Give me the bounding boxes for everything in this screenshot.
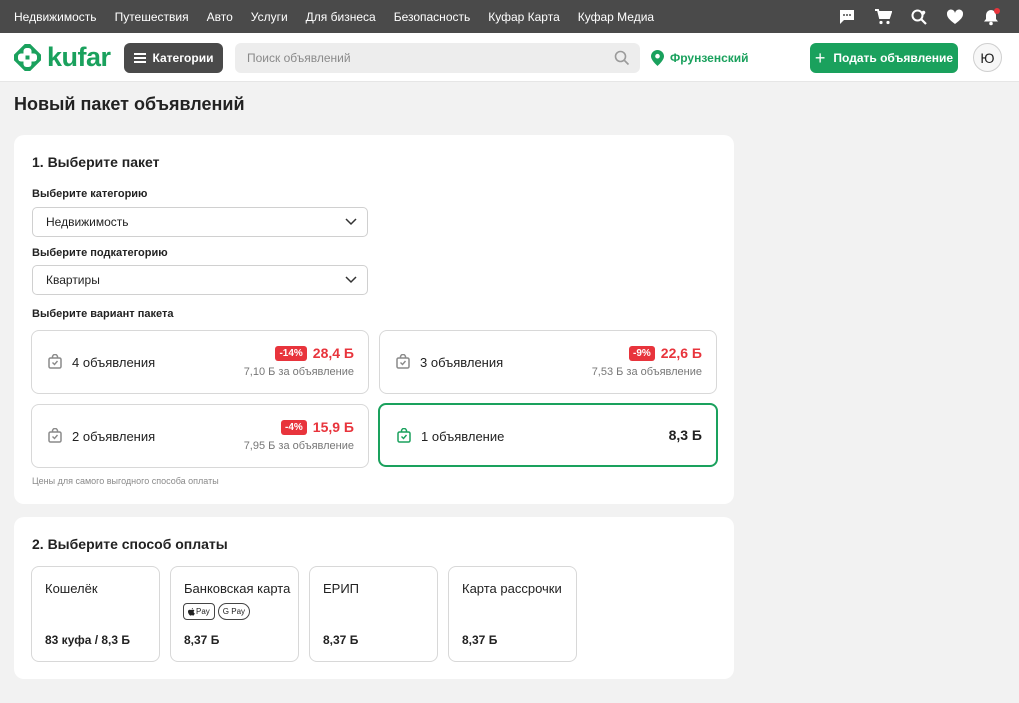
search-input[interactable] <box>235 43 595 73</box>
categories-button[interactable]: Категории <box>124 43 223 73</box>
payment-price: 8,37 Б <box>184 633 220 647</box>
categories-label: Категории <box>152 51 214 65</box>
package-option-1[interactable]: 1 объявление 8,3 Б <box>378 403 718 467</box>
discount-badge: -9% <box>629 345 655 361</box>
step2-title: 2. Выберите способ оплаты <box>32 536 228 552</box>
header: kufar Категории Фрунзенский + Подать объ… <box>0 33 1019 82</box>
package-price-box: -4% 15,9 Б 7,95 Б за объявление <box>244 419 354 452</box>
payment-wallet[interactable]: Кошелёк 83 куфа / 8,3 Б <box>31 566 160 662</box>
topnav-link-media[interactable]: Куфар Медиа <box>578 10 654 24</box>
chat-icon[interactable] <box>837 7 857 27</box>
bell-icon[interactable] <box>981 7 1001 27</box>
burger-icon <box>133 53 146 63</box>
bag-icon <box>48 354 62 369</box>
package-card: 1. Выберите пакет Выберите категорию Нед… <box>14 135 734 504</box>
package-price: 8,3 Б <box>668 427 702 443</box>
topnav-link-realty[interactable]: Недвижимость <box>14 10 97 24</box>
post-ad-button[interactable]: + Подать объявление <box>810 43 958 73</box>
price-per-ad: 7,95 Б за объявление <box>243 440 354 452</box>
topnav-link-services[interactable]: Услуги <box>251 10 288 24</box>
package-name: 1 объявление <box>421 429 505 444</box>
location-pin-icon <box>651 50 664 66</box>
bag-icon <box>48 428 62 443</box>
category-label: Выберите категорию <box>32 188 148 200</box>
subcategory-select[interactable]: Квартиры <box>32 265 368 295</box>
apple-pay-label: Pay <box>196 607 210 616</box>
package-option-4[interactable]: 4 объявления -14% 28,4 Б 7,10 Б за объяв… <box>31 330 369 394</box>
package-name: 2 объявления <box>72 429 156 444</box>
price-note: Цены для самого выгодного способа оплаты <box>32 476 219 486</box>
payment-badges: Pay G Pay <box>183 603 251 620</box>
step1-title: 1. Выберите пакет <box>32 154 160 170</box>
topnav-link-business[interactable]: Для бизнеса <box>306 10 376 24</box>
payment-price: 8,37 Б <box>462 633 498 647</box>
package-price-box: -9% 22,6 Б 7,53 Б за объявление <box>592 345 702 378</box>
subcategory-value: Квартиры <box>46 273 100 287</box>
payment-name: Карта рассрочки <box>462 581 562 596</box>
location-selector[interactable]: Фрунзенский <box>651 50 749 66</box>
notification-dot <box>994 7 1000 14</box>
payment-installment-card[interactable]: Карта рассрочки 8,37 Б <box>448 566 577 662</box>
chevron-down-icon <box>345 218 357 226</box>
topnav-link-safety[interactable]: Безопасность <box>394 10 471 24</box>
kufar-logo-icon <box>14 43 41 71</box>
package-price-box: -14% 28,4 Б 7,10 Б за объявление <box>244 345 354 378</box>
bag-icon <box>396 354 410 369</box>
topnav-link-travel[interactable]: Путешествия <box>115 10 189 24</box>
payment-erip[interactable]: ЕРИП 8,37 Б <box>309 566 438 662</box>
logo[interactable]: kufar <box>14 43 111 71</box>
payment-price: 8,37 Б <box>323 633 359 647</box>
package-price: 22,6 Б <box>660 345 702 361</box>
avatar[interactable]: Ю <box>973 43 1002 72</box>
payment-price: 83 куфа / 8,3 Б <box>45 633 131 647</box>
bag-icon <box>397 428 411 443</box>
topnav-link-auto[interactable]: Авто <box>207 10 233 24</box>
plus-icon: + <box>814 48 826 68</box>
price-per-ad: 7,10 Б за объявление <box>243 366 354 378</box>
discount-badge: -4% <box>281 419 307 435</box>
payment-name: Кошелёк <box>45 581 98 596</box>
search-icon[interactable] <box>614 50 630 66</box>
price-per-ad: 7,53 Б за объявление <box>591 366 702 378</box>
post-ad-label: Подать объявление <box>833 51 954 65</box>
heart-icon[interactable] <box>945 7 965 27</box>
package-price: 28,4 Б <box>312 345 354 361</box>
top-nav: Недвижимость Путешествия Авто Услуги Для… <box>14 0 672 33</box>
category-select[interactable]: Недвижимость <box>32 207 368 237</box>
top-bar: Недвижимость Путешествия Авто Услуги Для… <box>0 0 1019 33</box>
payment-card: 2. Выберите способ оплаты Кошелёк 83 куф… <box>14 517 734 679</box>
location-label: Фрунзенский <box>670 51 749 65</box>
category-value: Недвижимость <box>46 215 129 229</box>
topnav-link-map[interactable]: Куфар Карта <box>488 10 560 24</box>
package-option-3[interactable]: 3 объявления -9% 22,6 Б 7,53 Б за объявл… <box>379 330 717 394</box>
apple-pay-badge: Pay <box>183 603 215 620</box>
google-pay-badge: G Pay <box>217 603 251 620</box>
search-box <box>235 43 640 73</box>
package-name: 3 объявления <box>420 355 504 370</box>
payment-name: ЕРИП <box>323 581 360 596</box>
search-heart-icon[interactable] <box>909 7 929 27</box>
package-price: 15,9 Б <box>312 419 354 435</box>
cart-icon[interactable] <box>873 7 893 27</box>
discount-badge: -14% <box>275 345 307 361</box>
payment-name: Банковская карта <box>184 581 291 596</box>
logo-text: kufar <box>47 42 111 72</box>
apple-icon <box>188 607 195 616</box>
chevron-down-icon <box>345 276 357 284</box>
subcategory-label: Выберите подкатегорию <box>32 247 168 259</box>
payment-bank-card[interactable]: Банковская карта Pay G Pay 8,37 Б <box>170 566 299 662</box>
package-name: 4 объявления <box>72 355 156 370</box>
page-title: Новый пакет объявлений <box>14 94 245 114</box>
variant-label: Выберите вариант пакета <box>32 308 174 320</box>
package-option-2[interactable]: 2 объявления -4% 15,9 Б 7,95 Б за объявл… <box>31 404 369 468</box>
top-icons <box>837 0 1001 33</box>
